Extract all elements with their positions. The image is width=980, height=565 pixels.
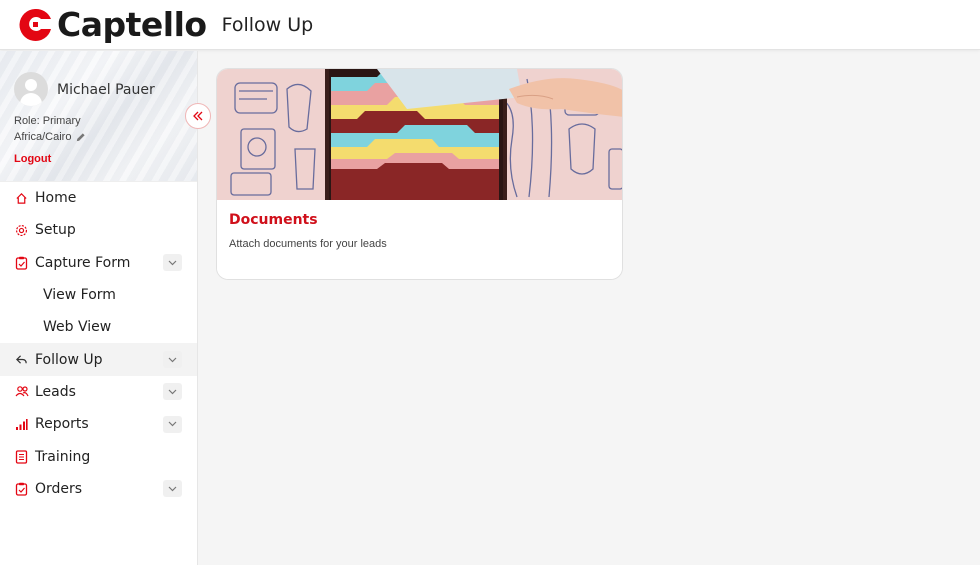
documents-card-body: Documents Attach documents for your lead… — [217, 200, 622, 279]
user-profile-panel: Michael Pauer Role: Primary Africa/Cairo… — [0, 51, 197, 182]
sidebar-nav: Home Setup Capture Form View Form Web Vi… — [0, 182, 197, 505]
card-description: Attach documents for your leads — [229, 238, 387, 250]
sidebar-item-training[interactable]: Training — [0, 440, 197, 472]
sidebar-item-label: Home — [35, 190, 77, 207]
sidebar-item-home[interactable]: Home — [0, 182, 197, 214]
home-icon — [14, 191, 29, 206]
user-timezone: Africa/Cairo — [14, 131, 86, 143]
user-role: Role: Primary — [14, 115, 81, 127]
sidebar-item-follow-up[interactable]: Follow Up — [0, 343, 197, 376]
chevron-down-icon[interactable] — [163, 351, 182, 369]
list-icon — [14, 449, 29, 464]
reply-icon — [14, 352, 29, 367]
sidebar-item-label: Follow Up — [35, 351, 103, 368]
brand-logo[interactable]: Captello — [17, 4, 207, 44]
chevron-down-icon[interactable] — [163, 480, 182, 498]
double-chevron-left-icon — [193, 111, 203, 121]
sidebar-subitem-view-form[interactable]: View Form — [0, 279, 197, 311]
chevron-down-icon[interactable] — [163, 254, 182, 272]
clipboard-icon — [14, 255, 29, 270]
timezone-label: Africa/Cairo — [14, 131, 72, 143]
sidebar-item-label: Leads — [35, 383, 76, 400]
sidebar-item-label: Training — [35, 448, 91, 465]
sidebar-item-setup[interactable]: Setup — [0, 214, 197, 246]
collapse-sidebar-button[interactable] — [185, 103, 211, 129]
sidebar-item-label: Orders — [35, 480, 83, 497]
users-icon — [14, 384, 29, 399]
sidebar-item-capture-form[interactable]: Capture Form — [0, 247, 197, 279]
pencil-icon[interactable] — [75, 132, 86, 143]
page-title: Follow Up — [221, 13, 314, 36]
sidebar-item-leads[interactable]: Leads — [0, 376, 197, 408]
top-bar: Captello Follow Up — [0, 0, 980, 50]
sidebar-item-label: Capture Form — [35, 254, 131, 271]
sidebar-subitem-web-view[interactable]: Web View — [0, 311, 197, 343]
captello-logo-icon — [19, 8, 51, 41]
logout-link[interactable]: Logout — [14, 153, 51, 165]
card-title: Documents — [229, 212, 318, 228]
clipboard-icon — [14, 481, 29, 496]
brand-name: Captello — [57, 4, 207, 44]
sidebar-item-reports[interactable]: Reports — [0, 408, 197, 440]
documents-card-image — [217, 69, 622, 200]
avatar — [14, 72, 48, 106]
sidebar: Michael Pauer Role: Primary Africa/Cairo… — [0, 51, 211, 565]
chevron-down-icon[interactable] — [163, 383, 182, 401]
sidebar-item-orders[interactable]: Orders — [0, 473, 197, 505]
documents-card[interactable]: Documents Attach documents for your lead… — [216, 68, 623, 280]
bar-chart-icon — [14, 417, 29, 432]
sidebar-item-label: Setup — [35, 222, 76, 239]
sidebar-item-label: Web View — [43, 319, 112, 336]
sidebar-item-label: Reports — [35, 416, 89, 433]
gear-icon — [14, 223, 29, 238]
chevron-down-icon[interactable] — [163, 415, 182, 433]
sidebar-item-label: View Form — [43, 287, 116, 304]
user-name: Michael Pauer — [57, 82, 155, 98]
